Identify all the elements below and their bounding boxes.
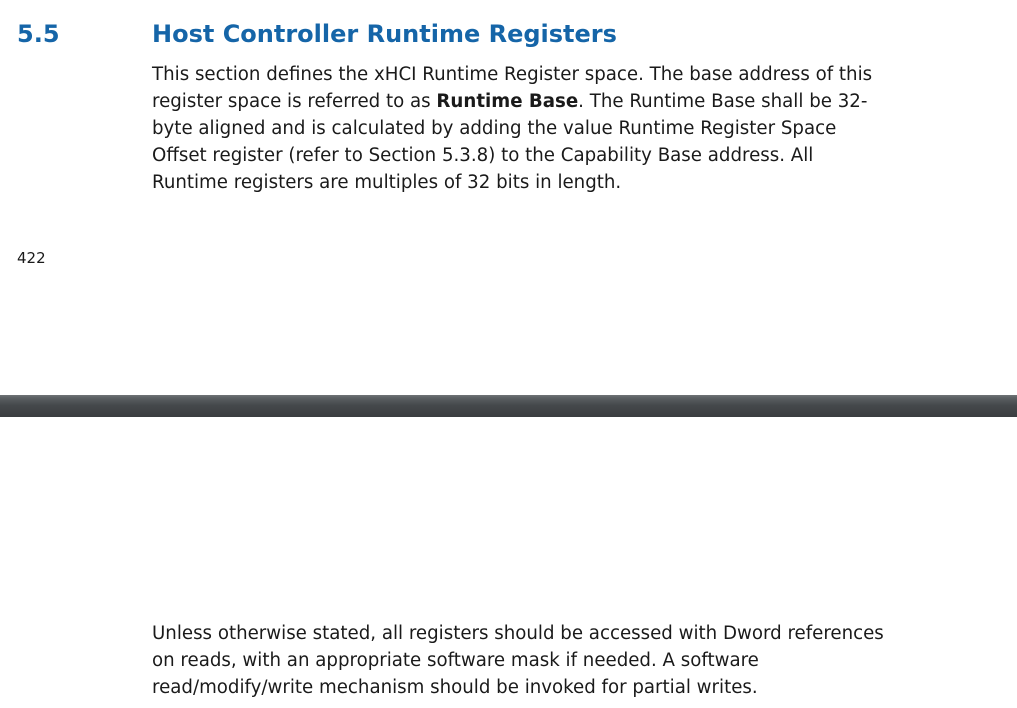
bold-term-runtime-base: Runtime Base xyxy=(436,91,579,112)
body-paragraph-runtime-base: This section defines the xHCI Runtime Re… xyxy=(152,61,872,196)
paragraph-line: Runtime registers are multiples of 32 bi… xyxy=(152,172,622,193)
section-title: Host Controller Runtime Registers xyxy=(152,20,617,48)
paragraph-line: read/modify/write mechanism should be in… xyxy=(152,677,758,698)
document-page: 5.5 Host Controller Runtime Registers Th… xyxy=(0,0,1017,708)
paragraph-text: . The Runtime Base shall be 32- xyxy=(578,91,868,112)
paragraph-line: Offset register (refer to Section 5.3.8)… xyxy=(152,145,814,166)
page-break-divider xyxy=(0,395,1017,417)
body-paragraph-access: Unless otherwise stated, all registers s… xyxy=(152,620,884,701)
section-number: 5.5 xyxy=(17,20,60,48)
paragraph-line: Unless otherwise stated, all registers s… xyxy=(152,623,884,644)
paragraph-text: register space is referred to as xyxy=(152,91,437,112)
page-number: 422 xyxy=(17,249,46,267)
paragraph-line: on reads, with an appropriate software m… xyxy=(152,650,759,671)
paragraph-line: byte aligned and is calculated by adding… xyxy=(152,118,837,139)
paragraph-line: This section defines the xHCI Runtime Re… xyxy=(152,64,873,85)
paragraph-line: register space is referred to as Runtime… xyxy=(152,88,872,115)
